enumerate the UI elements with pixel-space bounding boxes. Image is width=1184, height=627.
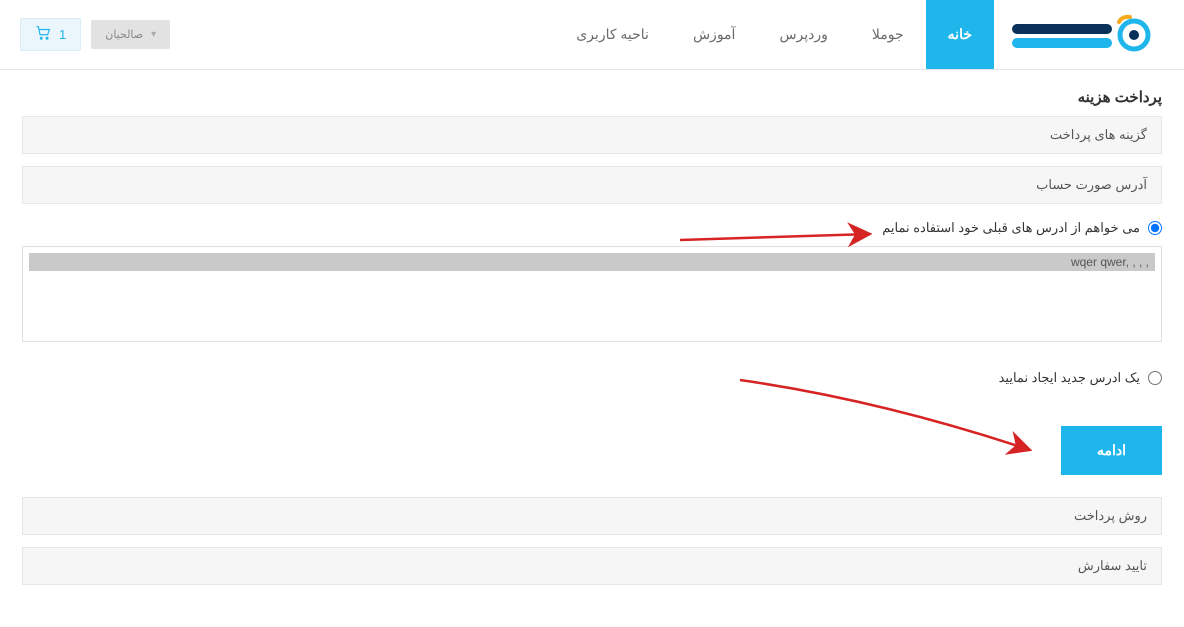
panel-payment-method[interactable]: روش پرداخت [22, 497, 1162, 535]
main-nav: خانه جوملا وردپرس آموزش ناحیه کاربری [554, 0, 994, 69]
existing-address-select[interactable]: wqer qwer, , , , [22, 246, 1162, 342]
cart-button[interactable]: 1 [20, 18, 81, 51]
cart-count: 1 [59, 27, 66, 42]
top-navbar: خانه جوملا وردپرس آموزش ناحیه کاربری ▾ ص… [0, 0, 1184, 70]
address-option-text: wqer qwer, , , , [1071, 255, 1149, 269]
nav-tutorials-label: آموزش [693, 26, 735, 43]
user-dropdown[interactable]: ▾ صالحیان [91, 20, 170, 49]
cart-icon [35, 26, 51, 43]
nav-home[interactable]: خانه [926, 0, 994, 69]
continue-button-label: ادامه [1097, 442, 1126, 458]
nav-joomla[interactable]: جوملا [850, 0, 926, 69]
panel-billing-address-label: آدرس صورت حساب [1036, 177, 1147, 192]
radio-use-existing-label: می خواهم از ادرس های قبلی خود استفاده نم… [882, 220, 1140, 236]
site-logo[interactable] [994, 0, 1164, 69]
checkout-page: پرداخت هزینه گزینه های پرداخت آدرس صورت … [0, 70, 1184, 627]
nav-joomla-label: جوملا [872, 26, 904, 43]
radio-use-existing-input[interactable] [1148, 221, 1162, 235]
panel-confirm-order[interactable]: تایید سفارش [22, 547, 1162, 585]
nav-user-area-label: ناحیه کاربری [576, 26, 649, 43]
nav-user-area[interactable]: ناحیه کاربری [554, 0, 671, 69]
panel-payment-options[interactable]: گزینه های پرداخت [22, 116, 1162, 154]
continue-button[interactable]: ادامه [1061, 426, 1162, 475]
panel-payment-method-label: روش پرداخت [1074, 508, 1147, 523]
radio-create-new-address[interactable]: یک ادرس جدید ایجاد نمایید [22, 370, 1162, 386]
address-option[interactable]: wqer qwer, , , , [29, 253, 1155, 271]
radio-create-new-input[interactable] [1148, 371, 1162, 385]
panel-billing-address[interactable]: آدرس صورت حساب [22, 166, 1162, 204]
panel-confirm-order-label: تایید سفارش [1078, 558, 1147, 573]
radio-create-new-label: یک ادرس جدید ایجاد نمایید [999, 370, 1140, 386]
logo-icon [1004, 12, 1154, 58]
page-title: پرداخت هزینه [22, 88, 1162, 106]
nav-home-label: خانه [948, 26, 972, 43]
nav-wordpress-label: وردپرس [779, 26, 827, 43]
user-dropdown-label: صالحیان [105, 28, 143, 41]
nav-wordpress[interactable]: وردپرس [757, 0, 849, 69]
chevron-down-icon: ▾ [151, 29, 156, 40]
radio-use-existing-address[interactable]: می خواهم از ادرس های قبلی خود استفاده نم… [22, 220, 1162, 236]
nav-tutorials[interactable]: آموزش [671, 0, 757, 69]
panel-payment-options-label: گزینه های پرداخت [1050, 127, 1147, 142]
